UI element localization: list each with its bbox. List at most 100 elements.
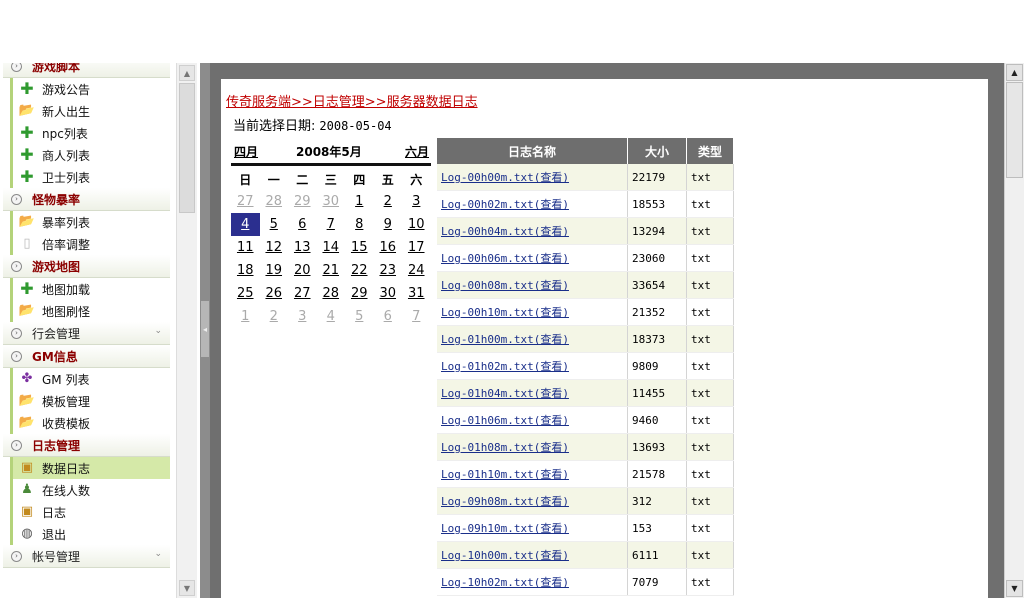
- sidebar-item[interactable]: 📂 模板管理: [10, 390, 170, 412]
- calendar-day[interactable]: 17: [402, 236, 431, 259]
- calendar-day[interactable]: 3: [288, 305, 317, 328]
- log-name-link[interactable]: Log-01h10m.txt(查看): [437, 460, 628, 488]
- sidebar-section[interactable]: › 怪物暴率: [3, 188, 170, 211]
- log-name-link[interactable]: Log-00h02m.txt(查看): [437, 190, 628, 218]
- calendar-day[interactable]: 13: [288, 236, 317, 259]
- collapse-left-icon[interactable]: ◂: [201, 301, 209, 357]
- frame-splitter[interactable]: ◂: [200, 63, 210, 598]
- log-name-link[interactable]: Log-00h04m.txt(查看): [437, 217, 628, 245]
- sidebar-section[interactable]: › 行会管理 ⌄: [3, 322, 170, 345]
- calendar-day[interactable]: 5: [260, 213, 289, 236]
- log-name-link[interactable]: Log-00h10m.txt(查看): [437, 298, 628, 326]
- log-name-link[interactable]: Log-01h04m.txt(查看): [437, 379, 628, 407]
- log-name-link[interactable]: Log-09h08m.txt(查看): [437, 487, 628, 515]
- sidebar-item[interactable]: 📂 新人出生: [10, 100, 170, 122]
- sidebar-scrollbar[interactable]: ▲ ▼: [176, 63, 197, 598]
- table-row: Log-09h08m.txt(查看) 312 txt: [437, 487, 734, 515]
- sidebar-item-label: 行会管理: [32, 326, 81, 341]
- calendar-day[interactable]: 24: [402, 259, 431, 282]
- calendar-day[interactable]: 31: [402, 282, 431, 305]
- sidebar-item[interactable]: ✚ 卫士列表: [10, 166, 170, 188]
- calendar-day[interactable]: 2: [260, 305, 289, 328]
- sidebar-section[interactable]: › 游戏脚本: [3, 63, 170, 78]
- calendar-day[interactable]: 4: [317, 305, 346, 328]
- calendar-day[interactable]: 21: [317, 259, 346, 282]
- log-name-link[interactable]: Log-00h08m.txt(查看): [437, 271, 628, 299]
- log-name-link[interactable]: Log-10h00m.txt(查看): [437, 541, 628, 569]
- calendar-day[interactable]: 25: [231, 282, 260, 305]
- calendar-day[interactable]: 1: [345, 190, 374, 213]
- log-name-link[interactable]: Log-01h08m.txt(查看): [437, 433, 628, 461]
- sidebar-item-label: 在线人数: [42, 483, 91, 498]
- calendar-day[interactable]: 7: [402, 305, 431, 328]
- sidebar-item[interactable]: ▯ 倍率调整: [10, 233, 170, 255]
- calendar-day[interactable]: 6: [374, 305, 403, 328]
- calendar-day[interactable]: 30: [317, 190, 346, 213]
- calendar-day[interactable]: 26: [260, 282, 289, 305]
- calendar-day[interactable]: 28: [260, 190, 289, 213]
- sidebar-item[interactable]: ✚ 地图加载: [10, 278, 170, 300]
- next-month-link[interactable]: 六月: [405, 143, 429, 160]
- sidebar-section[interactable]: › 游戏地图: [3, 255, 170, 278]
- sidebar-item[interactable]: 📂 收费模板: [10, 412, 170, 434]
- log-name-link[interactable]: Log-00h06m.txt(查看): [437, 244, 628, 272]
- sidebar-scroll-thumb[interactable]: [179, 83, 195, 213]
- sidebar-section[interactable]: › 帐号管理 ⌄: [3, 545, 170, 568]
- log-name-link[interactable]: Log-01h06m.txt(查看): [437, 406, 628, 434]
- folder-icon: 📂: [18, 393, 36, 408]
- calendar-day[interactable]: 15: [345, 236, 374, 259]
- calendar-day[interactable]: 11: [231, 236, 260, 259]
- sidebar-item[interactable]: 📂 暴率列表: [10, 211, 170, 233]
- sidebar-item[interactable]: ◍ 退出: [10, 523, 170, 545]
- calendar: 四月 2008年5月 六月 日一二三四五六 27 28 29 30 1 2 3 4 5 6 7 8 9 10…: [231, 141, 431, 328]
- calendar-day[interactable]: 5: [345, 305, 374, 328]
- log-name-link[interactable]: Log-01h00m.txt(查看): [437, 325, 628, 353]
- calendar-day[interactable]: 2: [374, 190, 403, 213]
- main-scroll-thumb[interactable]: [1006, 82, 1023, 178]
- breadcrumb[interactable]: 传奇服务端>>日志管理>>服务器数据日志: [226, 91, 478, 110]
- log-name-link[interactable]: Log-09h10m.txt(查看): [437, 514, 628, 542]
- sidebar-item[interactable]: ▣ 数据日志: [10, 457, 170, 479]
- sidebar-item[interactable]: ✤ GM 列表: [10, 368, 170, 390]
- sidebar-item[interactable]: ♟ 在线人数: [10, 479, 170, 501]
- calendar-day[interactable]: 8: [345, 213, 374, 236]
- sidebar-item[interactable]: ▣ 日志: [10, 501, 170, 523]
- main-scrollbar[interactable]: ▲ ▼: [1004, 63, 1024, 598]
- calendar-day[interactable]: 19: [260, 259, 289, 282]
- calendar-day[interactable]: 1: [231, 305, 260, 328]
- log-name-link[interactable]: Log-00h00m.txt(查看): [437, 164, 628, 191]
- calendar-day[interactable]: 27: [231, 190, 260, 213]
- calendar-day[interactable]: 20: [288, 259, 317, 282]
- calendar-day[interactable]: 3: [402, 190, 431, 213]
- scroll-down-icon[interactable]: ▼: [1006, 580, 1023, 597]
- sidebar-section[interactable]: › 日志管理: [3, 434, 170, 457]
- calendar-day[interactable]: 30: [374, 282, 403, 305]
- sidebar-item[interactable]: ✚ 游戏公告: [10, 78, 170, 100]
- calendar-day[interactable]: 29: [288, 190, 317, 213]
- sidebar-section[interactable]: › GM信息: [3, 345, 170, 368]
- sidebar-item[interactable]: ✚ npc列表: [10, 122, 170, 144]
- calendar-day[interactable]: 22: [345, 259, 374, 282]
- scroll-down-icon[interactable]: ▼: [179, 580, 195, 596]
- calendar-day[interactable]: 23: [374, 259, 403, 282]
- calendar-day[interactable]: 12: [260, 236, 289, 259]
- calendar-day[interactable]: 14: [317, 236, 346, 259]
- calendar-day[interactable]: 16: [374, 236, 403, 259]
- table-row: Log-00h00m.txt(查看) 22179 txt: [437, 164, 734, 191]
- calendar-day[interactable]: 10: [402, 213, 431, 236]
- sidebar-item[interactable]: ✚ 商人列表: [10, 144, 170, 166]
- scroll-up-icon[interactable]: ▲: [179, 65, 195, 81]
- calendar-day[interactable]: 29: [345, 282, 374, 305]
- log-name-link[interactable]: Log-01h02m.txt(查看): [437, 352, 628, 380]
- calendar-day-selected[interactable]: 4: [231, 213, 260, 236]
- calendar-day[interactable]: 9: [374, 213, 403, 236]
- log-name-link[interactable]: Log-10h02m.txt(查看): [437, 568, 628, 596]
- calendar-day[interactable]: 27: [288, 282, 317, 305]
- sidebar-item[interactable]: 📂 地图刷怪: [10, 300, 170, 322]
- calendar-day[interactable]: 28: [317, 282, 346, 305]
- calendar-day[interactable]: 6: [288, 213, 317, 236]
- calendar-day[interactable]: 7: [317, 213, 346, 236]
- prev-month-link[interactable]: 四月: [234, 143, 258, 160]
- calendar-day[interactable]: 18: [231, 259, 260, 282]
- scroll-up-icon[interactable]: ▲: [1006, 64, 1023, 81]
